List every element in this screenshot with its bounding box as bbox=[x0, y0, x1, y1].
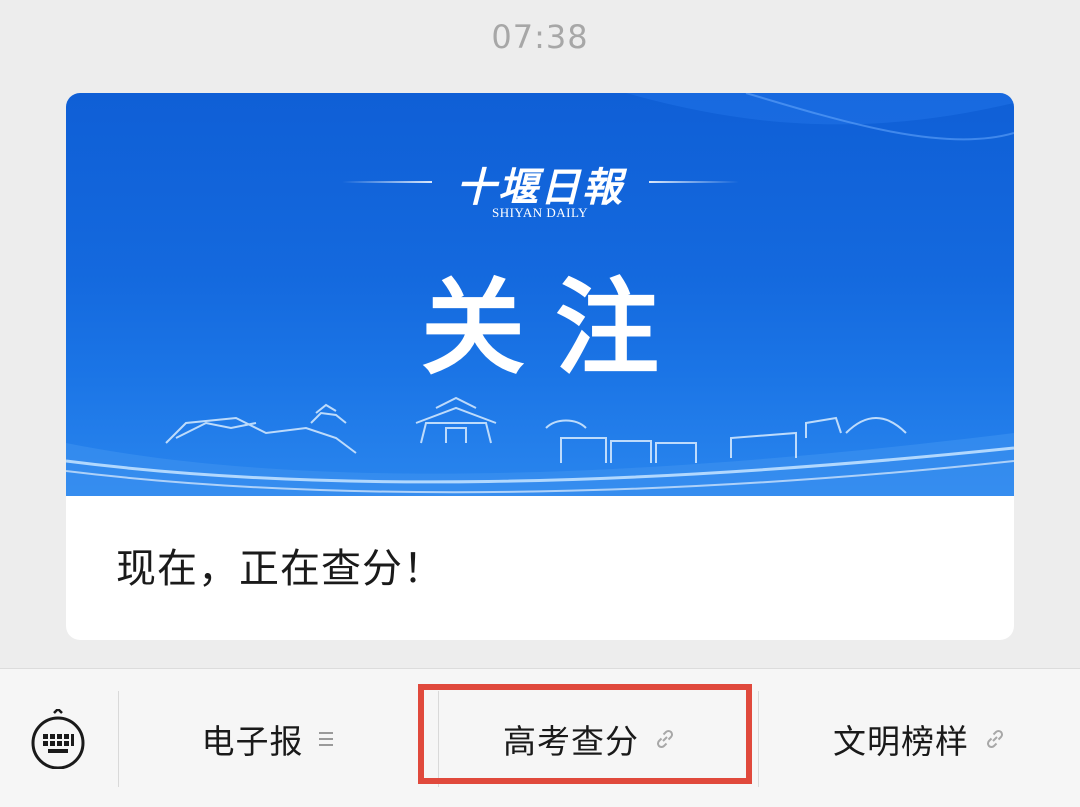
article-title[interactable]: 现在，正在查分！ bbox=[116, 536, 444, 594]
keyboard-toggle-button[interactable] bbox=[28, 705, 88, 770]
newspaper-logo-english: SHIYAN DAILY bbox=[491, 205, 589, 220]
message-timestamp: 07:38 bbox=[491, 18, 589, 56]
menu-item-civilized-model[interactable]: 文明榜样 bbox=[760, 669, 1080, 807]
article-card[interactable]: 十堰日報 SHIYAN DAILY 关注 现在，正在查分！ bbox=[66, 93, 1014, 640]
keyboard-icon bbox=[31, 705, 85, 770]
highlight-box bbox=[418, 684, 752, 784]
article-banner-image: 十堰日報 SHIYAN DAILY 关注 bbox=[66, 93, 1014, 496]
banner-headline: 关注 bbox=[420, 266, 689, 389]
menu-item-e-newspaper[interactable]: 电子报 bbox=[120, 669, 415, 807]
chat-page: 07:38 十堰日報 SHIYAN DAILY 关注 现在，正在查分！ 电子报 … bbox=[0, 0, 1080, 807]
menu-divider bbox=[118, 691, 119, 787]
link-icon bbox=[983, 727, 1007, 751]
list-icon bbox=[318, 730, 334, 748]
menu-divider bbox=[758, 691, 759, 787]
menu-item-label: 文明榜样 bbox=[833, 721, 969, 761]
menu-item-label: 电子报 bbox=[201, 721, 304, 761]
